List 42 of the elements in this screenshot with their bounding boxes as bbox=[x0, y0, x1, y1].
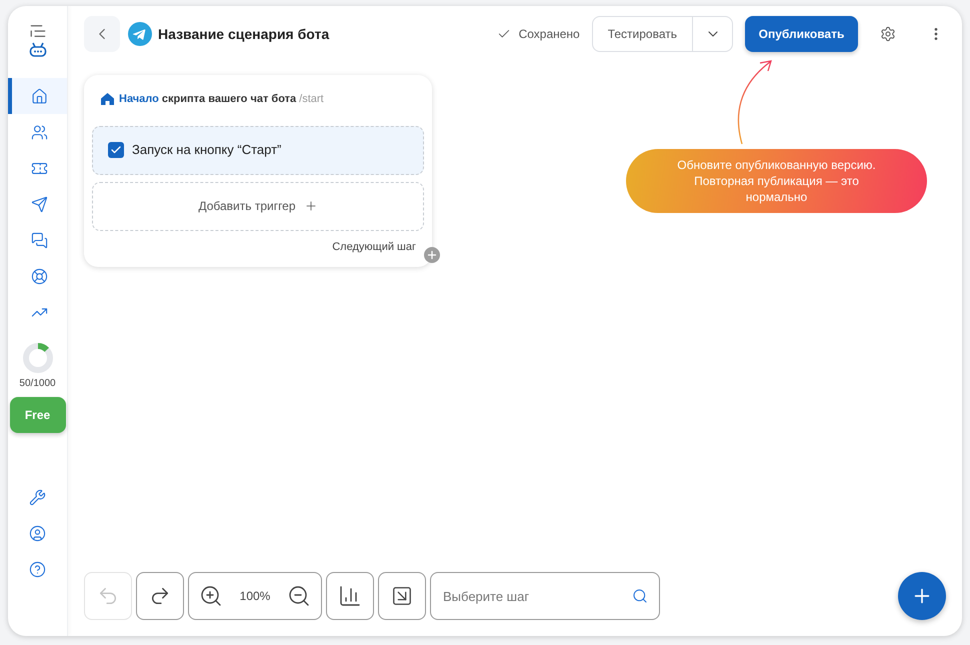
checkmark-icon bbox=[110, 144, 122, 156]
zoom-in-icon[interactable] bbox=[199, 584, 223, 608]
users-icon bbox=[31, 124, 48, 140]
add-fab-button[interactable] bbox=[898, 572, 946, 620]
home-icon bbox=[101, 93, 114, 106]
test-button[interactable]: Тестировать bbox=[592, 17, 692, 51]
card-heading: Начало скрипта вашего чат бота bbox=[119, 92, 296, 107]
trigger-item[interactable]: Запуск на кнопку “Старт” bbox=[92, 126, 424, 174]
nav-item[interactable] bbox=[8, 78, 67, 114]
plus-icon bbox=[304, 199, 318, 213]
saved-status: Сохранено bbox=[518, 26, 580, 43]
bot-logo-icon bbox=[28, 42, 46, 58]
zoom-level: 100% bbox=[240, 588, 270, 605]
hint-bubble: Обновите опубликованную версию. Повторная публикация — это нормально bbox=[626, 149, 927, 213]
add-trigger-button[interactable]: Добавить триггер bbox=[92, 182, 424, 230]
usage-count: 50/1000 bbox=[19, 377, 56, 391]
fit-button[interactable] bbox=[378, 572, 426, 620]
zoom-out-icon[interactable] bbox=[286, 584, 311, 608]
bar-chart-icon bbox=[338, 584, 362, 608]
start-command: /start bbox=[299, 92, 324, 107]
checkbox[interactable] bbox=[108, 142, 124, 158]
menu-icon[interactable] bbox=[28, 22, 46, 40]
add-step-icon[interactable] bbox=[424, 247, 440, 263]
search-icon bbox=[632, 588, 648, 604]
send-icon bbox=[31, 196, 48, 212]
publish-button[interactable]: Опубликовать bbox=[745, 16, 858, 52]
lifebuoy-icon bbox=[31, 268, 48, 284]
trigger-label: Запуск на кнопку “Старт” bbox=[132, 141, 282, 160]
settings-icon[interactable] bbox=[880, 26, 896, 42]
redo-icon bbox=[149, 585, 171, 607]
home-icon bbox=[31, 88, 48, 104]
chat-icon bbox=[31, 232, 48, 248]
test-split-button[interactable]: Тестировать bbox=[592, 16, 733, 52]
chart-button[interactable] bbox=[326, 572, 374, 620]
undo-icon bbox=[97, 585, 119, 607]
usage-ring-icon bbox=[22, 342, 54, 374]
next-step-label: Следующий шаг bbox=[332, 240, 416, 254]
scenario-title: Название сценария бота bbox=[158, 24, 330, 44]
redo-button[interactable] bbox=[136, 572, 184, 620]
step-search-field[interactable]: Выберите шаг bbox=[430, 572, 660, 620]
arrow-square-icon bbox=[391, 585, 413, 607]
telegram-icon bbox=[128, 22, 152, 46]
